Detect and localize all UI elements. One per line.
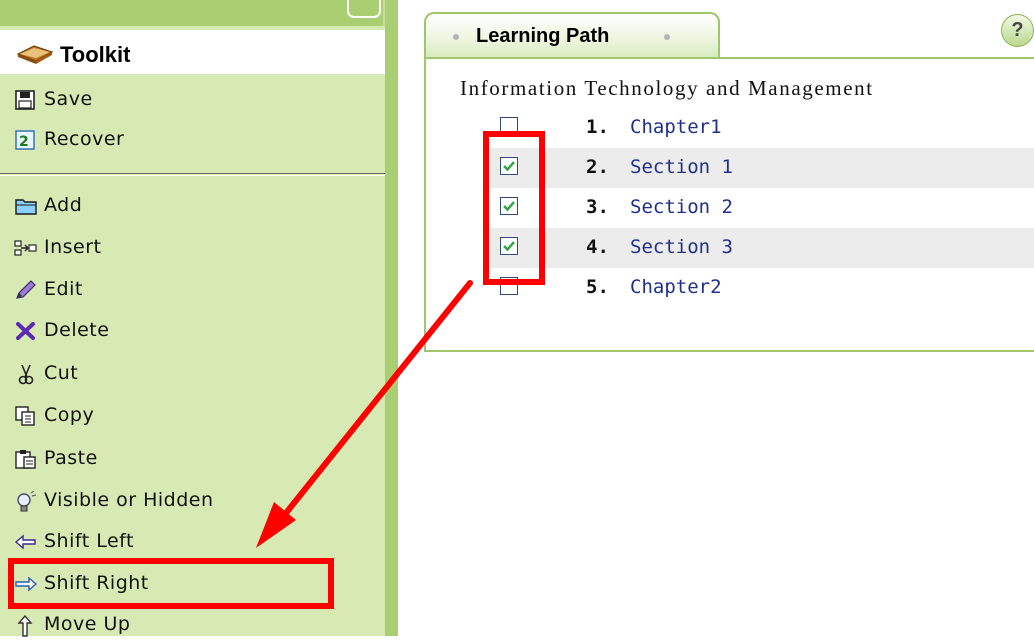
annotation-arrow	[256, 280, 473, 548]
